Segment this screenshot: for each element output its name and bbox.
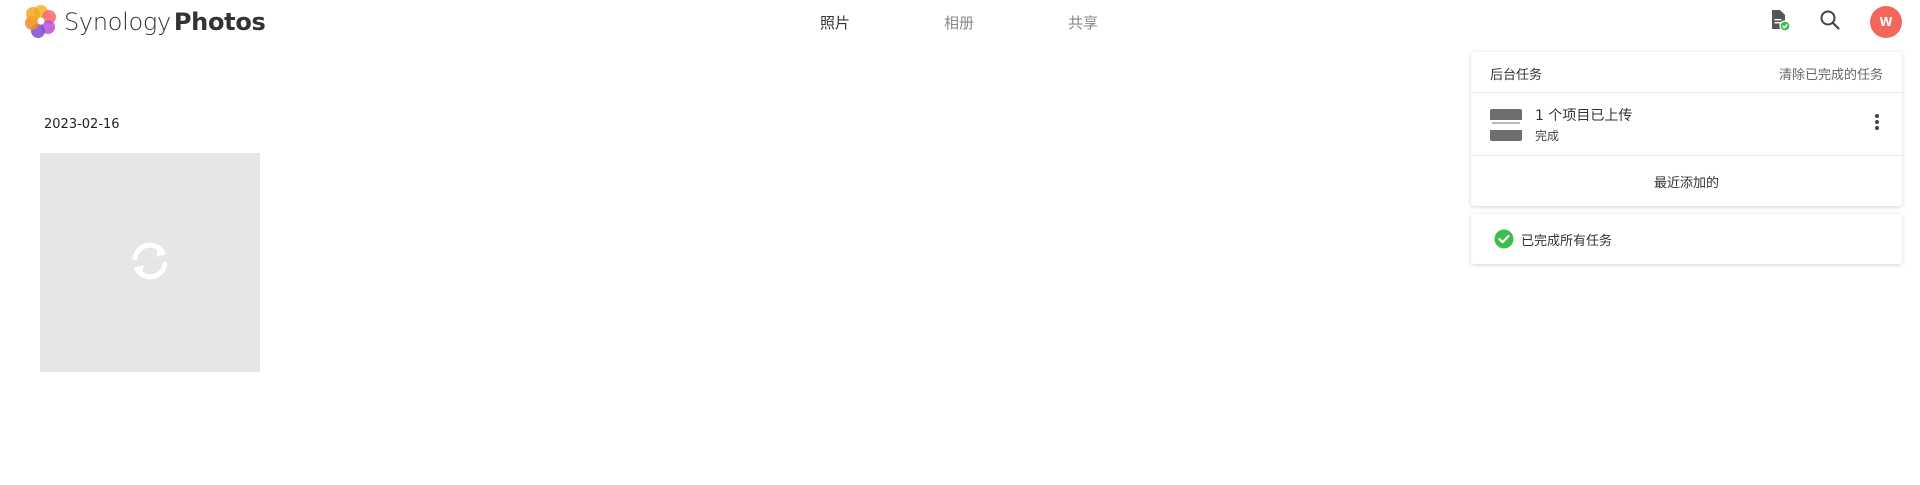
photo-thumbnail[interactable] [40, 153, 260, 372]
date-group-label: 2023-02-16 [44, 117, 120, 132]
brand-name-bold: Photos [173, 8, 266, 36]
search-icon [1819, 9, 1841, 35]
top-bar: Synology Photos 照片 相册 共享 W [0, 0, 1920, 44]
more-vertical-icon [1874, 113, 1880, 135]
user-avatar[interactable]: W [1870, 6, 1902, 38]
task-status: 完成 [1535, 129, 1560, 143]
check-circle-icon [1494, 229, 1514, 249]
tab-shared[interactable]: 共享 [1068, 12, 1098, 33]
tasks-panel-title: 后台任务 [1490, 68, 1543, 83]
background-tasks-panel: 后台任务 清除已完成的任务 1 个项目已上传 完成 最近添加的 [1471, 52, 1902, 206]
tasks-summary-panel: 已完成所有任务 [1471, 214, 1902, 264]
recently-added-link[interactable]: 最近添加的 [1471, 155, 1902, 207]
task-item: 1 个项目已上传 完成 [1471, 93, 1902, 155]
task-more-options-button[interactable] [1866, 113, 1888, 135]
task-thumbnail [1490, 109, 1522, 141]
clear-completed-tasks-link[interactable]: 清除已完成的任务 [1779, 64, 1883, 83]
task-name: 1 个项目已上传 [1535, 108, 1633, 124]
tab-albums[interactable]: 相册 [944, 12, 974, 33]
sync-loading-icon [125, 236, 175, 290]
search-button[interactable] [1816, 8, 1844, 36]
task-document-check-icon [1767, 8, 1791, 36]
tab-photos[interactable]: 照片 [820, 12, 850, 33]
brand-name-light: Synology [64, 8, 171, 36]
background-tasks-button[interactable] [1765, 8, 1793, 36]
synology-photos-logo[interactable] [22, 2, 60, 40]
all-tasks-complete-text: 已完成所有任务 [1521, 234, 1613, 249]
tasks-panel-header: 后台任务 清除已完成的任务 [1471, 52, 1902, 93]
brand-name: Synology Photos [64, 8, 266, 36]
